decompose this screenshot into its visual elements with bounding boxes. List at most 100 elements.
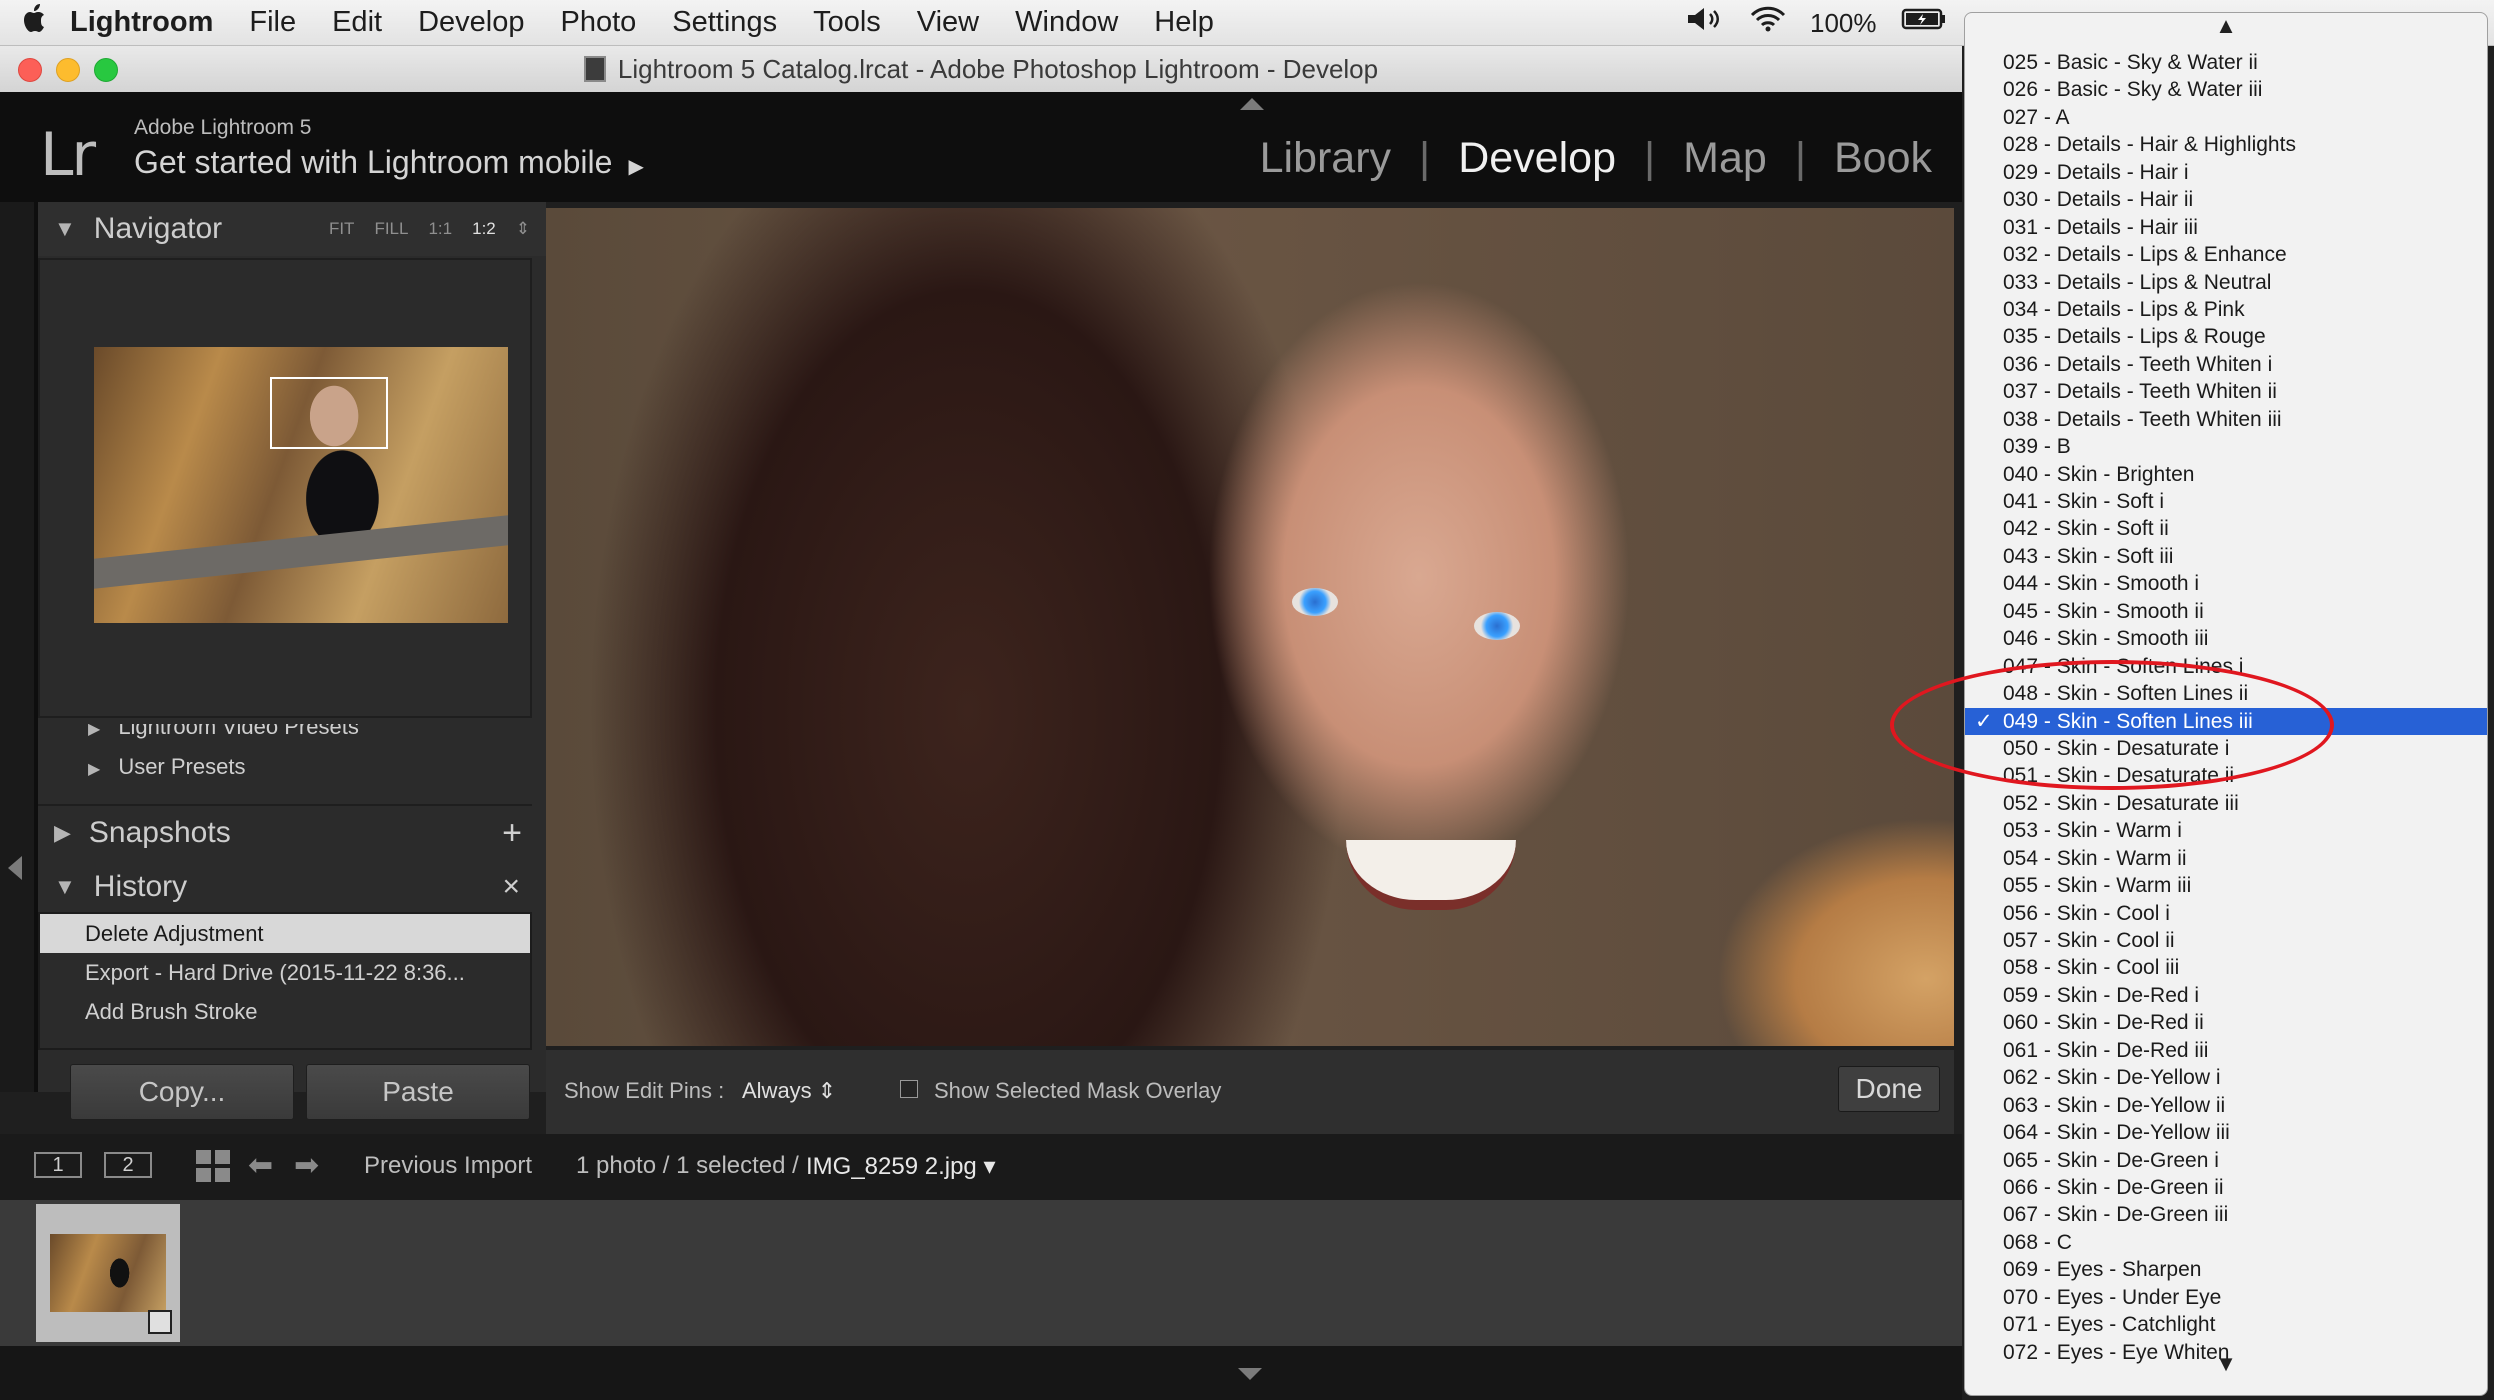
preset-menu-item[interactable]: 028 - Details - Hair & Highlights bbox=[1965, 131, 2487, 158]
zoom-fill[interactable]: FILL bbox=[374, 219, 408, 239]
menu-edit[interactable]: Edit bbox=[332, 6, 382, 39]
zoom-stepper-icon[interactable]: ⇕ bbox=[516, 219, 530, 239]
preset-menu-item[interactable]: 031 - Details - Hair iii bbox=[1965, 214, 2487, 241]
secondary-window-button[interactable]: 2 bbox=[104, 1152, 152, 1178]
menu-file[interactable]: File bbox=[249, 6, 296, 39]
clear-history-icon[interactable]: × bbox=[502, 870, 520, 904]
preset-menu-item[interactable]: 054 - Skin - Warm ii bbox=[1965, 845, 2487, 872]
zoom-1-1[interactable]: 1:1 bbox=[428, 219, 452, 239]
done-button[interactable]: Done bbox=[1838, 1066, 1940, 1112]
preset-folder-video[interactable]: ▶ Lightroom Video Presets bbox=[88, 724, 359, 740]
preset-menu-item[interactable]: 071 - Eyes - Catchlight bbox=[1965, 1311, 2487, 1338]
mask-overlay-checkbox[interactable] bbox=[900, 1080, 918, 1098]
preset-menu-item[interactable]: 045 - Skin - Smooth ii bbox=[1965, 598, 2487, 625]
navigator-preview[interactable] bbox=[38, 258, 532, 718]
preset-menu-item[interactable]: 038 - Details - Teeth Whiten iii bbox=[1965, 406, 2487, 433]
filmstrip-source[interactable]: Previous Import bbox=[364, 1152, 532, 1180]
preset-menu-item[interactable]: 062 - Skin - De-Yellow i bbox=[1965, 1064, 2487, 1091]
main-photo-canvas[interactable] bbox=[546, 208, 1954, 1046]
history-item[interactable]: Delete Adjustment bbox=[40, 914, 530, 953]
module-map[interactable]: Map bbox=[1683, 134, 1767, 183]
navigator-thumbnail[interactable] bbox=[94, 347, 508, 623]
scroll-down-arrow-icon[interactable]: ▼ bbox=[1965, 1351, 2487, 1377]
edit-pins-select[interactable]: Always ⇕ bbox=[742, 1078, 836, 1104]
collapse-top-panel-icon[interactable] bbox=[1240, 98, 1264, 110]
preset-menu-item[interactable]: 064 - Skin - De-Yellow iii bbox=[1965, 1119, 2487, 1146]
preset-menu-item[interactable]: 027 - A bbox=[1965, 104, 2487, 131]
preset-menu-item[interactable]: 042 - Skin - Soft ii bbox=[1965, 515, 2487, 542]
preset-menu-item[interactable]: 043 - Skin - Soft iii bbox=[1965, 543, 2487, 570]
preset-menu-item[interactable]: 060 - Skin - De-Red ii bbox=[1965, 1009, 2487, 1036]
preset-menu-item[interactable]: 063 - Skin - De-Yellow ii bbox=[1965, 1092, 2487, 1119]
battery-icon[interactable] bbox=[1901, 6, 1947, 40]
preset-menu-item[interactable]: 070 - Eyes - Under Eye bbox=[1965, 1284, 2487, 1311]
module-library[interactable]: Library bbox=[1260, 134, 1391, 183]
scroll-up-arrow-icon[interactable]: ▲ bbox=[1965, 13, 2487, 39]
zoom-1-2[interactable]: 1:2 bbox=[472, 219, 496, 239]
forward-arrow-icon[interactable]: ➡ bbox=[294, 1148, 319, 1183]
preset-menu-item[interactable]: 053 - Skin - Warm i bbox=[1965, 817, 2487, 844]
preset-menu-item[interactable]: 030 - Details - Hair ii bbox=[1965, 186, 2487, 213]
preset-menu-item[interactable]: 058 - Skin - Cool iii bbox=[1965, 954, 2487, 981]
preset-menu-item[interactable]: 055 - Skin - Warm iii bbox=[1965, 872, 2487, 899]
preset-menu-item[interactable]: 056 - Skin - Cool i bbox=[1965, 900, 2487, 927]
preset-menu-item[interactable]: 061 - Skin - De-Red iii bbox=[1965, 1037, 2487, 1064]
preset-menu-item[interactable]: 040 - Skin - Brighten bbox=[1965, 461, 2487, 488]
history-header[interactable]: ▼ History × bbox=[38, 860, 532, 914]
menu-develop[interactable]: Develop bbox=[418, 6, 524, 39]
preset-menu-item[interactable]: 034 - Details - Lips & Pink bbox=[1965, 296, 2487, 323]
preset-menu-item[interactable]: 069 - Eyes - Sharpen bbox=[1965, 1256, 2487, 1283]
preset-menu-item[interactable]: 052 - Skin - Desaturate iii bbox=[1965, 790, 2487, 817]
module-book[interactable]: Book bbox=[1834, 134, 1932, 183]
preset-menu-item[interactable]: 046 - Skin - Smooth iii bbox=[1965, 625, 2487, 652]
menu-help[interactable]: Help bbox=[1154, 6, 1214, 39]
menu-app-name[interactable]: Lightroom bbox=[70, 6, 213, 39]
menu-window[interactable]: Window bbox=[1015, 6, 1118, 39]
menu-tools[interactable]: Tools bbox=[813, 6, 881, 39]
zoom-window-button[interactable] bbox=[94, 58, 118, 82]
menu-view[interactable]: View bbox=[917, 6, 979, 39]
preset-menu-item[interactable]: 059 - Skin - De-Red i bbox=[1965, 982, 2487, 1009]
mask-overlay-label[interactable]: Show Selected Mask Overlay bbox=[934, 1078, 1221, 1104]
mobile-promo-link[interactable]: Get started with Lightroom mobile ▶ bbox=[134, 144, 644, 181]
apple-icon[interactable] bbox=[0, 3, 70, 42]
add-snapshot-icon[interactable]: + bbox=[502, 814, 522, 853]
module-develop[interactable]: Develop bbox=[1458, 134, 1616, 183]
back-arrow-icon[interactable]: ⬅ bbox=[248, 1148, 273, 1183]
zoom-fit[interactable]: FIT bbox=[329, 219, 355, 239]
filmstrip-filename[interactable]: IMG_8259 2.jpg ▾ bbox=[806, 1152, 996, 1181]
primary-window-button[interactable]: 1 bbox=[34, 1152, 82, 1178]
preset-menu-item[interactable]: 029 - Details - Hair i bbox=[1965, 159, 2487, 186]
collapse-bottom-panel-icon[interactable] bbox=[1238, 1368, 1262, 1380]
preset-menu-item[interactable]: 065 - Skin - De-Green i bbox=[1965, 1147, 2487, 1174]
copy-button[interactable]: Copy... bbox=[70, 1064, 294, 1120]
preset-menu-item[interactable]: 041 - Skin - Soft i bbox=[1965, 488, 2487, 515]
preset-folder-user[interactable]: ▶ User Presets bbox=[88, 754, 245, 780]
preset-menu-item[interactable]: 035 - Details - Lips & Rouge bbox=[1965, 323, 2487, 350]
preset-menu-item[interactable]: 067 - Skin - De-Green iii bbox=[1965, 1201, 2487, 1228]
menu-photo[interactable]: Photo bbox=[560, 6, 636, 39]
paste-button[interactable]: Paste bbox=[306, 1064, 530, 1120]
preset-menu-item[interactable]: 025 - Basic - Sky & Water ii bbox=[1965, 49, 2487, 76]
zoom-region-frame[interactable] bbox=[270, 377, 388, 449]
filmstrip-thumbnail[interactable] bbox=[36, 1204, 180, 1342]
navigator-header[interactable]: ▼ Navigator FIT FILL 1:1 1:2 ⇕ bbox=[38, 202, 546, 256]
preset-menu-item[interactable]: 026 - Basic - Sky & Water iii bbox=[1965, 76, 2487, 103]
preset-menu-item[interactable]: 068 - C bbox=[1965, 1229, 2487, 1256]
minimize-window-button[interactable] bbox=[56, 58, 80, 82]
volume-icon[interactable] bbox=[1686, 6, 1726, 40]
preset-menu-item[interactable]: 036 - Details - Teeth Whiten i bbox=[1965, 351, 2487, 378]
preset-menu-item[interactable]: 037 - Details - Teeth Whiten ii bbox=[1965, 378, 2487, 405]
grid-view-icon[interactable] bbox=[196, 1150, 230, 1182]
menu-settings[interactable]: Settings bbox=[672, 6, 777, 39]
preset-menu-item[interactable]: 039 - B bbox=[1965, 433, 2487, 460]
history-item[interactable]: Export - Hard Drive (2015-11-22 8:36... bbox=[40, 953, 530, 992]
close-window-button[interactable] bbox=[18, 58, 42, 82]
snapshots-header[interactable]: ▶ Snapshots + bbox=[38, 804, 532, 860]
preset-menu-item[interactable]: 044 - Skin - Smooth i bbox=[1965, 570, 2487, 597]
preset-menu-item[interactable]: 033 - Details - Lips & Neutral bbox=[1965, 269, 2487, 296]
collapse-left-panel-icon[interactable] bbox=[8, 856, 22, 880]
preset-menu-item[interactable]: 066 - Skin - De-Green ii bbox=[1965, 1174, 2487, 1201]
preset-menu-item[interactable]: 032 - Details - Lips & Enhance bbox=[1965, 241, 2487, 268]
history-item[interactable]: Add Brush Stroke bbox=[40, 992, 530, 1031]
